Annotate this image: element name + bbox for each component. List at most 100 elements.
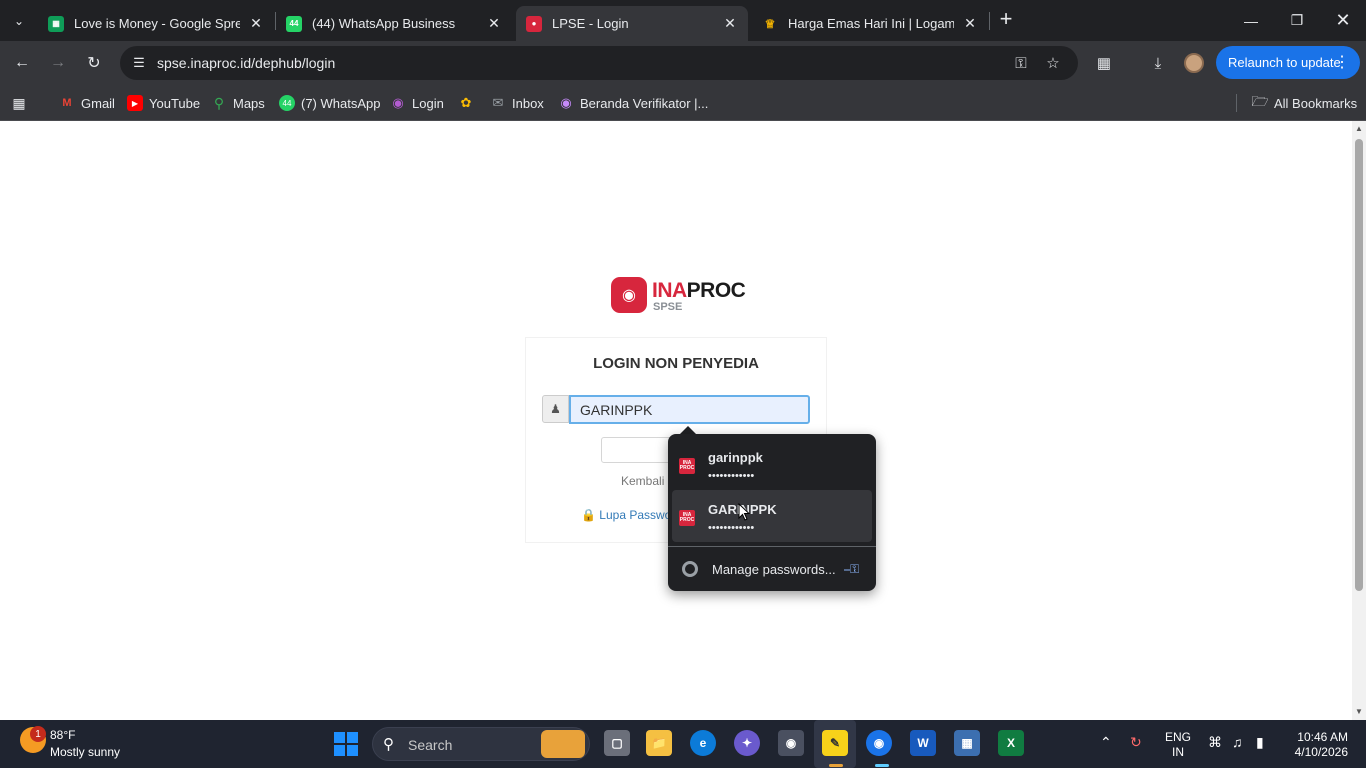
relaunch-to-update-button[interactable]: Relaunch to update ⋮ [1216,46,1360,79]
tray-chevron-up-icon[interactable]: ⌃ [1100,734,1112,751]
bookmark-label: Gmail [81,95,115,111]
page-scrollbar[interactable]: ▲ ▼ [1352,121,1366,720]
scroll-down-arrow-icon[interactable]: ▼ [1355,708,1363,716]
tab-title: (44) WhatsApp Business [312,16,456,31]
apps-grid-icon[interactable]: ▦ [11,93,33,113]
manage-passwords-link[interactable]: Manage passwords... [712,562,836,577]
weather-badge: 1 [30,726,46,742]
address-bar[interactable]: ☰ spse.inaproc.id/dephub/login ⚿ ☆ [120,46,1078,80]
system-clock[interactable]: 10:46 AM 4/10/2026 [1290,730,1348,760]
weather-temperature[interactable]: 88°F [50,728,75,742]
forward-arrow-icon[interactable]: → [46,51,70,75]
camera-icon[interactable]: ◉ [778,730,804,756]
bookmark-label: Maps [233,95,265,111]
extensions-puzzle-icon[interactable]: ▦ [1092,51,1116,75]
popup-divider [668,546,876,547]
new-tab-plus-icon[interactable]: + [994,8,1018,32]
close-window-icon[interactable]: ✕ [1320,0,1366,41]
file-explorer-icon[interactable]: 📁 [646,730,672,756]
search-icon: ⚲ [383,736,394,753]
bookmark-beranda[interactable]: ◉ Beranda Verifikator |... [558,93,708,113]
language-indicator[interactable]: ENG IN [1165,730,1191,760]
lock-icon: 🔒 [581,508,596,522]
bookmark-star-icon[interactable]: ☆ [1043,54,1063,72]
chrome-icon[interactable]: ◉ [866,730,892,756]
site-info-icon[interactable]: ☰ [130,54,148,72]
minimize-icon[interactable]: — [1228,0,1274,41]
lupa-password-label: Lupa Passwo [599,508,672,522]
tab-harga-emas[interactable]: ♕ Harga Emas Hari Ini | Logam Mulia ✕ [752,6,988,41]
user-icon: ♟ [542,395,569,423]
bookmark-login[interactable]: ◉ Login [390,93,443,113]
wifi-icon[interactable]: ⌘ [1208,734,1222,751]
bookmark-maps[interactable]: ⚲ Maps [211,93,265,113]
globe-icon: ◉ [560,95,572,110]
tab-title: Harga Emas Hari Ini | Logam Mulia [788,16,954,31]
folder-icon: 🗁 [1251,93,1269,109]
bookmark-inbox[interactable]: ✉ Inbox [490,93,544,113]
volume-icon[interactable]: ♫ [1232,734,1243,750]
calculator-icon[interactable]: ▦ [954,730,980,756]
restore-icon[interactable]: ❐ [1274,0,1320,41]
edge-icon[interactable]: e [690,730,716,756]
bookmark-label: Beranda Verifikator |... [580,95,709,111]
excel-icon[interactable]: X [998,730,1024,756]
scroll-up-arrow-icon[interactable]: ▲ [1355,125,1363,133]
logo-subtitle: SPSE [653,301,683,313]
username-input[interactable] [569,395,810,424]
bookmark-pinwheel[interactable]: ✿ [458,93,480,113]
clock-date: 4/10/2026 [1294,745,1348,759]
copilot-icon[interactable]: ✦ [734,730,760,756]
relaunch-label: Relaunch to update [1228,55,1341,70]
scrollbar-thumb[interactable] [1355,139,1363,591]
tab-search-chevron-icon[interactable]: ⌄ [6,8,32,34]
taskbar-search[interactable]: ⚲ Search [372,727,590,761]
all-bookmarks[interactable]: 🗁 All Bookmarks [1251,93,1357,113]
browser-toolbar: ← → ↻ ☰ spse.inaproc.id/dephub/login ⚿ ☆… [0,41,1366,85]
password-suggestion[interactable]: INA PROC garinppk •••••••••••• [672,438,872,490]
word-icon[interactable]: W [910,730,936,756]
battery-icon[interactable]: ▮ [1256,734,1264,751]
suggestion-password-mask: •••••••••••• [708,522,755,534]
close-tab-icon[interactable]: ✕ [722,15,738,32]
bookmark-gmail[interactable]: M Gmail [59,93,115,113]
inaproc-icon: INA PROC [679,510,695,526]
url-text[interactable]: spse.inaproc.id/dephub/login [157,55,335,71]
tab-divider [989,12,990,30]
lupa-password-link[interactable]: 🔒 Lupa Passwo [581,508,671,522]
pinwheel-icon: ✿ [460,95,472,110]
menu-dots-icon[interactable]: ⋮ [1334,52,1350,72]
search-placeholder: Search [408,737,453,753]
tab-lpse-login[interactable]: ● LPSE - Login ✕ [516,6,748,41]
language-code: ENG [1165,730,1192,744]
bookmark-label: YouTube [149,95,201,111]
bookmark-whatsapp[interactable]: 44 (7) WhatsApp [279,93,380,113]
weather-condition[interactable]: Mostly sunny [50,745,120,759]
bookmark-label: (7) WhatsApp [301,95,381,111]
bookmark-youtube[interactable]: ▶ YouTube [127,93,200,113]
close-tab-icon[interactable]: ✕ [962,15,978,32]
key-icon: ⎯⚿ [844,562,860,576]
tab-strip: ⌄ ▦ Love is Money - Google Spreadsheet ✕… [0,0,1366,41]
kembali-link[interactable]: Kembali [621,474,664,488]
download-icon[interactable]: ⤓ [1146,51,1170,75]
sync-icon[interactable]: ↻ [1130,734,1142,751]
back-arrow-icon[interactable]: ← [10,51,34,75]
tab-spreadsheet[interactable]: ▦ Love is Money - Google Spreadsheet ✕ [38,6,274,41]
password-suggestion[interactable]: INA PROC GARINPPK •••••••••••• [672,490,872,542]
sticky-notes-icon[interactable]: ✎ [822,730,848,756]
task-view-icon[interactable]: ▢ [604,730,630,756]
close-tab-icon[interactable]: ✕ [248,15,264,32]
whatsapp-icon: 44 [286,15,302,32]
start-windows-icon[interactable] [334,732,358,756]
profile-avatar[interactable] [1184,53,1204,73]
page-title: LOGIN NON PENYEDIA [593,355,759,372]
password-key-icon[interactable]: ⚿ [1011,54,1031,72]
tab-whatsapp[interactable]: 44 (44) WhatsApp Business ✕ [276,6,512,41]
inaproc-logo: ◉ INAPROC SPSE [611,277,746,315]
close-tab-icon[interactable]: ✕ [486,15,502,32]
reload-icon[interactable]: ↻ [82,51,106,75]
windows-taskbar: 1 88°F Mostly sunny ⚲ Search ▢ 📁 e ✦ ◉ ✎… [0,720,1366,768]
inaproc-icon: ● [526,15,542,32]
logo-wordmark: INAPROC [652,279,746,302]
